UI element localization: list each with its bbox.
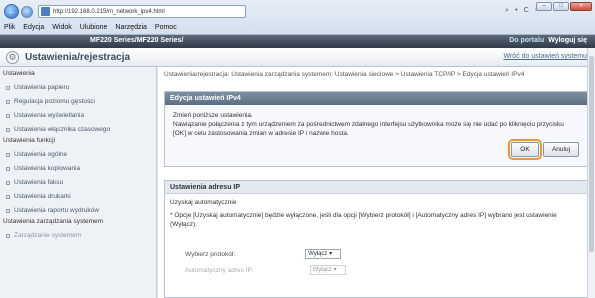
page-title: Ustawienia/rejestracja (25, 52, 131, 63)
sidebar: Ustawienia Ustawienia papieru Regulacja … (0, 67, 157, 298)
sidebar-section-title: Ustawienia zarządzania systemem (3, 218, 104, 225)
maximize-icon[interactable]: □ (553, 2, 569, 11)
breadcrumb: Ustawienia/rejestracja: Ustawienia zarzą… (164, 71, 525, 78)
bullet-icon (6, 233, 10, 238)
cancel-button[interactable]: Anuluj (543, 142, 579, 157)
protocol-row: Wybierz protokół: Wyłącz ▾ (185, 249, 342, 259)
sidebar-item-copy[interactable]: Ustawienia kopiowania (0, 164, 156, 173)
bullet-icon (6, 208, 10, 213)
menu-file[interactable]: Plik (4, 24, 15, 31)
logout-link[interactable]: Wyloguj się (548, 37, 587, 44)
sidebar-section-title: Ustawienia funkcji (3, 137, 56, 144)
portal-link[interactable]: Do portalu (509, 37, 544, 44)
minimize-icon[interactable]: – (536, 2, 552, 11)
settings-icon: ⚙ (6, 51, 19, 64)
menu-favorites[interactable]: Ulubione (80, 24, 108, 31)
sidebar-item-report[interactable]: Ustawienia raportu wydruków (0, 206, 156, 215)
sidebar-item-system-management[interactable]: Zarządzanie systemem (0, 231, 156, 240)
sidebar-item-timer[interactable]: Ustawienia włącznika czasowego (0, 125, 156, 134)
page-title-bar: ⚙ Ustawienia/rejestracja Wróć do ustawie… (0, 48, 595, 67)
menu-edit[interactable]: Edycja (23, 24, 44, 31)
instruction-text: Zmień poniższe ustawienia. (173, 112, 253, 119)
ip-address-panel: Ustawienia adresu IP Uzyskaj automatyczn… (164, 180, 588, 298)
forward-arrow-icon[interactable]: → (21, 6, 33, 18)
sidebar-section-title: Ustawienia (3, 70, 35, 77)
site-favicon-icon (41, 7, 50, 16)
sidebar-item-general[interactable]: Ustawienia ogólne (0, 150, 156, 159)
back-arrow-icon[interactable]: ← (4, 4, 19, 19)
auto-obtain-label: Uzyskaj automatycznie (170, 199, 237, 206)
sidebar-item-fax[interactable]: Ustawienia faksu (0, 178, 156, 187)
menu-view[interactable]: Widok (52, 24, 71, 31)
sidebar-item-display[interactable]: Ustawienia wyświetlania (0, 111, 156, 120)
bullet-icon (6, 152, 10, 157)
protocol-label: Wybierz protokół: (185, 250, 236, 258)
warning-text: Nawiązanie połączenia z tym urządzeniem … (173, 121, 564, 137)
scrollbar-thumb[interactable] (589, 56, 594, 252)
panel-title: Edycja ustawień IPv4 (165, 92, 587, 105)
bullet-icon (6, 85, 10, 90)
menu-help[interactable]: Pomoc (155, 24, 177, 31)
bullet-icon (6, 99, 10, 104)
device-model: MF220 Series/MF220 Series/ (90, 37, 184, 44)
address-bar[interactable]: http://192.168.0.215/m_network_ipv4.html (38, 5, 246, 18)
app-header: MF220 Series/MF220 Series/ Do portalu Wy… (0, 35, 595, 48)
bullet-icon (6, 166, 10, 171)
sidebar-item-density[interactable]: Regulacja poziomu gęstości (0, 97, 156, 106)
main-content: Ustawienia/rejestracja: Ustawienia zarzą… (158, 67, 595, 298)
menu-tools[interactable]: Narzędzia (115, 24, 147, 31)
back-to-system-settings-link[interactable]: Wróć do ustawień systemu (503, 53, 587, 60)
bullet-icon (6, 127, 10, 132)
auto-ip-label: Automatyczny adres IP: (185, 266, 254, 274)
bullet-icon (6, 180, 10, 185)
bullet-icon (6, 194, 10, 199)
auto-ip-select[interactable]: Wyłącz ▾ (309, 265, 346, 275)
menu-bar: Plik Edycja Widok Ulubione Narzędzia Pom… (0, 21, 177, 34)
auto-ip-row: Automatyczny adres IP: Wyłącz ▾ (185, 265, 346, 275)
sidebar-item-printer[interactable]: Ustawienia drukarki (0, 192, 156, 201)
note-text: * Opcje [Uzyskaj automatycznie] będzie w… (170, 212, 557, 228)
address-url[interactable]: http://192.168.0.215/m_network_ipv4.html (53, 9, 165, 15)
window-controls: – □ × (536, 2, 592, 11)
edit-ipv4-panel: Edycja ustawień IPv4 Zmień poniższe usta… (164, 91, 588, 167)
panel-body: Zmień poniższe ustawienia. Nawiązanie po… (165, 105, 587, 144)
panel-buttons: OK Anuluj (508, 139, 579, 160)
protocol-select[interactable]: Wyłącz ▾ (305, 249, 342, 259)
sidebar-item-paper[interactable]: Ustawienia papieru (0, 83, 156, 92)
header-links: Do portalu Wyloguj się (509, 37, 587, 44)
page-scrollbar[interactable] (587, 48, 595, 298)
bullet-icon (6, 113, 10, 118)
panel-title: Ustawienia adresu IP (165, 181, 587, 194)
ok-button[interactable]: OK (508, 139, 542, 160)
close-icon[interactable]: × (570, 2, 592, 11)
browser-chrome: ← → http://192.168.0.215/m_network_ipv4.… (0, 0, 595, 35)
